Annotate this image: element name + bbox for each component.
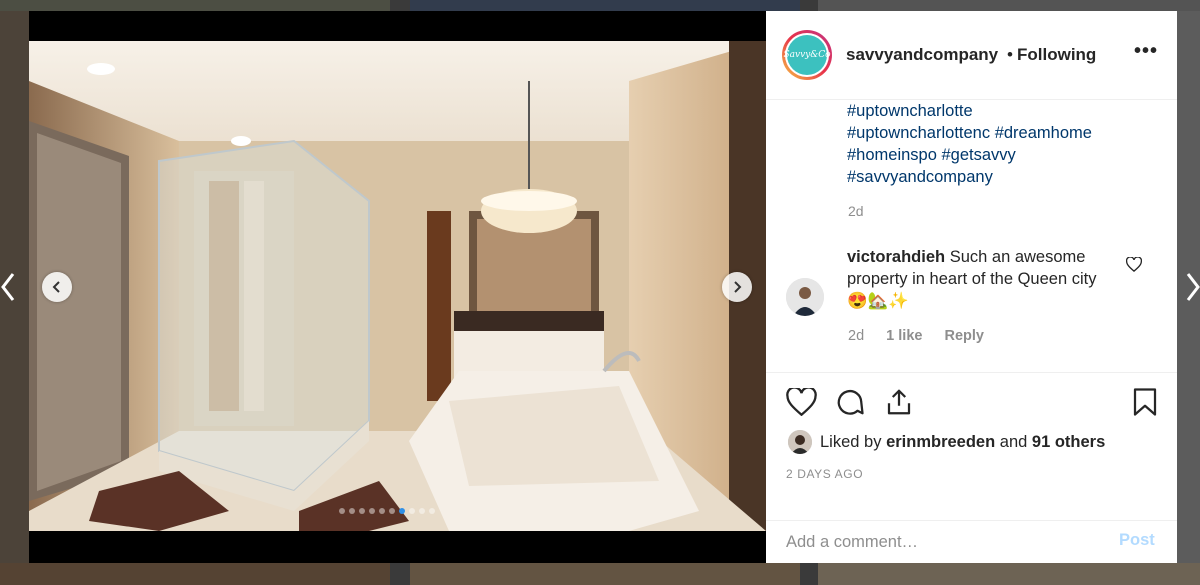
like-comment-heart-icon[interactable] [1126,257,1142,272]
liked-by-user-link[interactable]: erinmbreeden [886,433,995,452]
commenter-avatar-image [786,278,824,316]
hashtag-link[interactable]: #homeinspo [847,146,937,164]
carousel-dot [399,508,405,514]
share-icon[interactable] [884,387,914,417]
carousel-dot [339,508,345,514]
hashtag-link[interactable]: #getsavvy [942,146,1016,164]
comment-bubble-icon[interactable] [835,387,865,417]
carousel-dot [389,508,395,514]
caption-hashtags: #uptowncharlotte #uptowncharlottenc #dre… [847,100,1157,188]
liked-by-others-link[interactable]: 91 others [1032,433,1105,452]
reply-button[interactable]: Reply [944,328,984,344]
post-comment-button[interactable]: Post [1119,531,1155,550]
save-bookmark-icon[interactable] [1132,387,1158,417]
liked-by-prefix: Liked by [820,432,882,451]
more-options-icon[interactable]: ••• [1134,40,1158,63]
post-details-panel: Savvy&Co savvyandcompany • Following •••… [766,11,1177,563]
add-comment-input[interactable] [786,529,1086,555]
add-comment-bar: Post [766,520,1177,564]
commenter-username[interactable]: victorahdieh [847,248,945,266]
post-header: Savvy&Co savvyandcompany • Following ••• [766,11,1177,100]
liked-by-and: and [995,432,1032,451]
carousel-indicator [339,508,435,514]
avatar[interactable]: Savvy&Co [782,30,832,80]
avatar-logo-text: Savvy&Co [783,35,831,75]
comment-text: victorahdieh Such an awesome property in… [847,246,1117,312]
carousel-dot [369,508,375,514]
liker-avatar[interactable] [788,430,812,454]
action-bar [766,372,1177,373]
following-button[interactable]: Following [1017,45,1096,65]
commenter-avatar[interactable] [786,278,824,316]
hashtag-link[interactable]: #uptowncharlotte [847,102,973,120]
hashtag-link[interactable]: #savvyandcompany [847,168,993,186]
likes-summary: Liked by erinmbreeden and 91 others [788,430,1105,454]
post-date[interactable]: 2 DAYS AGO [786,467,863,481]
carousel-dot [359,508,365,514]
carousel-dot [349,508,355,514]
username-link[interactable]: savvyandcompany [846,45,998,65]
next-post-arrow-icon[interactable] [1186,272,1200,307]
post-photo [29,41,766,531]
carousel-previous-button[interactable] [42,272,72,302]
chevron-left-icon [52,281,60,293]
hashtag-link[interactable]: #dreamhome [995,124,1092,142]
chevron-right-icon [734,281,742,293]
comments-section[interactable]: #uptowncharlotte #uptowncharlottenc #dre… [766,100,1177,372]
hashtag-link[interactable]: #uptowncharlottenc [847,124,990,142]
comment-meta: 2d 1 like Reply [848,328,1002,344]
previous-post-arrow-icon[interactable] [0,272,16,307]
post-media [29,11,766,563]
carousel-dot [409,508,415,514]
header-separator: • [1007,45,1013,64]
comment-likes-link[interactable]: 1 like [886,328,922,344]
carousel-dot [379,508,385,514]
carousel-next-button[interactable] [722,272,752,302]
like-heart-icon[interactable] [786,388,817,416]
caption-timestamp[interactable]: 2d [848,203,864,219]
carousel-dot [419,508,425,514]
comment-timestamp[interactable]: 2d [848,328,864,344]
carousel-dot [429,508,435,514]
